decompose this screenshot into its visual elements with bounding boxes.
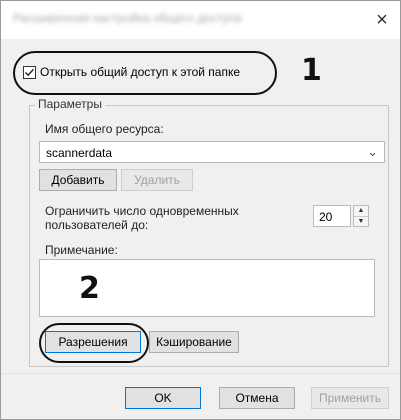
user-limit-value: 20 <box>319 210 333 224</box>
cancel-button[interactable]: Отмена <box>219 387 295 409</box>
add-button[interactable]: Добавить <box>39 169 117 191</box>
parameters-legend: Параметры <box>35 97 105 111</box>
user-limit-input[interactable]: 20 <box>313 205 351 227</box>
caching-button[interactable]: Кэширование <box>149 331 239 353</box>
user-limit-label-line2: пользователей до: <box>45 218 149 232</box>
share-name-select[interactable]: scannerdata ⌄ <box>39 141 385 163</box>
window-title: Расширенная настройка общего доступа <box>13 11 242 25</box>
advanced-sharing-dialog: Расширенная настройка общего доступа × О… <box>0 0 401 420</box>
share-name-label: Имя общего ресурса: <box>45 122 164 136</box>
chevron-down-icon: ⌄ <box>367 144 378 159</box>
user-limit-spinner[interactable]: ▲ ▼ <box>353 205 369 227</box>
remove-button[interactable]: Удалить <box>121 169 193 191</box>
callout-highlight-2 <box>39 323 149 363</box>
comment-label: Примечание: <box>45 243 118 257</box>
callout-number-2: 2 <box>79 271 100 306</box>
share-name-value: scannerdata <box>46 146 113 160</box>
spin-down-icon[interactable]: ▼ <box>354 215 368 227</box>
ok-button[interactable]: OK <box>125 387 201 409</box>
apply-button[interactable]: Применить <box>311 387 389 409</box>
title-bar: Расширенная настройка общего доступа × <box>1 1 400 39</box>
spin-up-icon[interactable]: ▲ <box>354 206 368 216</box>
callout-number-1: 1 <box>301 53 322 88</box>
user-limit-label-line1: Ограничить число одновременных <box>45 204 239 218</box>
footer-divider <box>1 373 400 374</box>
callout-highlight-1 <box>13 51 277 95</box>
close-icon[interactable]: × <box>368 7 396 33</box>
